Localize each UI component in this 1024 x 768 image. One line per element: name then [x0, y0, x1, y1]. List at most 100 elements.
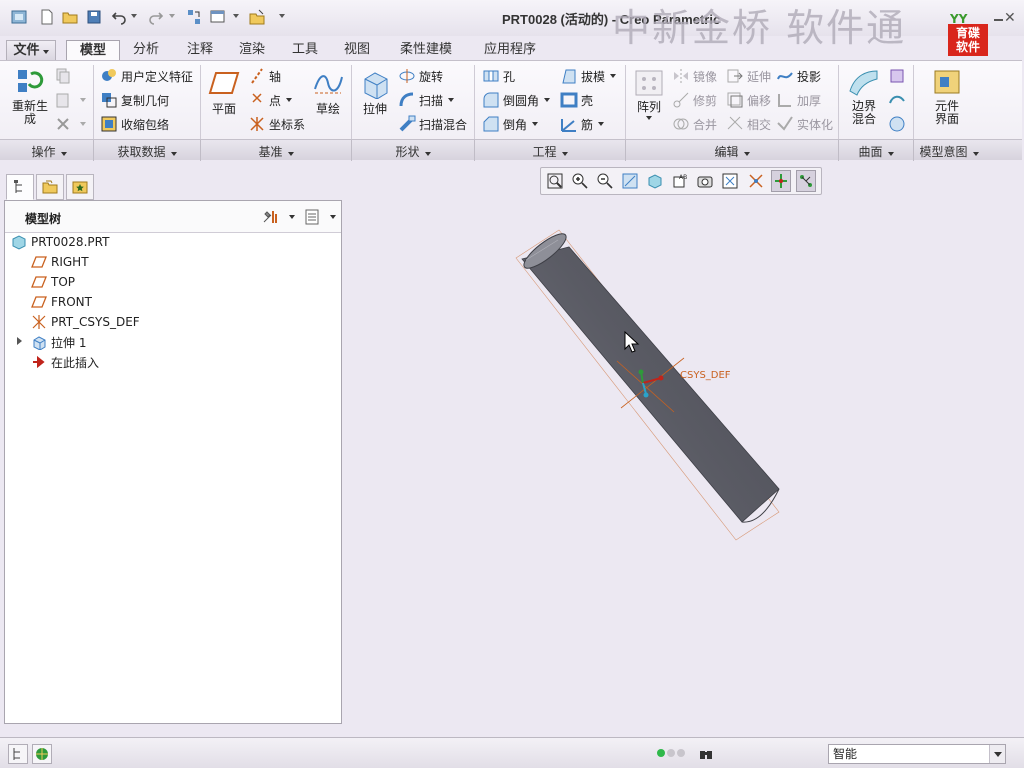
close-window-icon[interactable]	[248, 8, 266, 26]
surface-sphere-icon[interactable]	[888, 115, 909, 133]
toggle-browser-button[interactable]	[32, 744, 52, 764]
group-operations[interactable]: 操作	[8, 143, 90, 160]
model-view[interactable]: CSYS_DEF	[344, 162, 1024, 736]
swept-blend-button[interactable]: 扫描混合	[398, 115, 467, 133]
show-columns-icon[interactable]	[303, 208, 321, 226]
tree-item-top[interactable]: TOP	[31, 272, 75, 292]
point-button[interactable]: 点	[248, 91, 293, 109]
insert-here-arrow-icon	[33, 355, 45, 369]
project-button[interactable]: 投影	[776, 67, 821, 85]
round-button[interactable]: 倒圆角	[482, 91, 551, 109]
extend-button[interactable]: 延伸	[726, 67, 771, 85]
favorites-icon	[72, 181, 88, 194]
mirror-button[interactable]: 镜像	[672, 67, 717, 85]
regenerate-button[interactable]: 重新生 成	[8, 67, 52, 126]
trim-button[interactable]: 修剪	[672, 91, 717, 109]
expand-arrow-icon[interactable]	[17, 337, 22, 345]
group-editing[interactable]: 编辑	[628, 143, 836, 160]
tree-settings-dropdown-icon[interactable]	[289, 215, 295, 219]
undo-dropdown-icon[interactable]	[130, 12, 138, 20]
tab-render[interactable]: 渲染	[228, 40, 276, 61]
mirror-icon	[674, 69, 688, 83]
save-icon[interactable]	[85, 8, 103, 26]
tab-model[interactable]: 模型	[66, 40, 120, 62]
pattern-button[interactable]: 阵列	[631, 69, 667, 120]
windows-icon[interactable]	[209, 8, 227, 26]
group-model-intent[interactable]: 模型意图	[916, 143, 982, 160]
paste-icon[interactable]	[54, 91, 86, 109]
revolve-button[interactable]: 旋转	[398, 67, 443, 85]
offset-button[interactable]: 偏移	[726, 91, 771, 109]
close-icon[interactable]: ✕	[1004, 10, 1020, 26]
regenerate-quick-icon[interactable]	[185, 8, 203, 26]
tab-tools[interactable]: 工具	[281, 40, 329, 61]
filter-dropdown-icon[interactable]	[989, 745, 1005, 763]
tree-item-insert-here[interactable]: 在此插入	[31, 352, 99, 372]
graphics-area[interactable]: CSYS_DEF	[344, 162, 1024, 736]
solidify-button[interactable]: 实体化	[776, 115, 833, 133]
freestyle-icon[interactable]	[888, 91, 909, 109]
sweep-icon	[399, 92, 414, 107]
tab-analysis[interactable]: 分析	[122, 40, 170, 61]
favorites-tab[interactable]	[66, 174, 94, 200]
group-get-data[interactable]: 获取数据	[96, 143, 198, 160]
copy-icon[interactable]	[54, 67, 75, 85]
new-file-icon[interactable]	[38, 8, 56, 26]
tree-item-part[interactable]: PRT0028.PRT	[11, 232, 109, 252]
style-icon[interactable]	[888, 67, 909, 85]
delete-icon[interactable]	[54, 115, 86, 133]
component-interface-button[interactable]: 元件 界面	[922, 67, 972, 126]
group-surfaces[interactable]: 曲面	[841, 143, 911, 160]
user-defined-feature-button[interactable]: 用户定义特征	[100, 67, 193, 85]
intersect-button[interactable]: 相交	[726, 115, 771, 133]
group-datum[interactable]: 基准	[204, 143, 348, 160]
folder-browser-tab[interactable]	[36, 174, 64, 200]
find-button[interactable]	[696, 744, 716, 764]
tab-file[interactable]: 文件	[6, 40, 56, 61]
csys-button[interactable]: 坐标系	[248, 115, 305, 133]
plane-icon	[208, 72, 240, 94]
group-engineering[interactable]: 工程	[477, 143, 623, 160]
tree-item-front[interactable]: FRONT	[31, 292, 92, 312]
navigator-icon	[13, 748, 20, 760]
shell-button[interactable]: 壳	[560, 91, 593, 109]
merge-button[interactable]: 合并	[672, 115, 717, 133]
model-tree-tab[interactable]	[6, 174, 34, 200]
redo-icon[interactable]	[147, 8, 165, 26]
plane-button[interactable]: 平面	[206, 69, 242, 116]
tree-settings-icon[interactable]	[261, 208, 279, 226]
component-interface-icon	[934, 70, 960, 94]
tab-annotate[interactable]: 注释	[176, 40, 224, 61]
sketch-button[interactable]: 草绘	[310, 69, 346, 116]
toggle-navigator-button[interactable]	[8, 744, 28, 764]
redo-dropdown-icon[interactable]	[168, 12, 176, 20]
open-folder-icon[interactable]	[61, 8, 79, 26]
undo-icon[interactable]	[110, 8, 128, 26]
shell-icon	[560, 92, 578, 108]
tab-flexible-modeling[interactable]: 柔性建模	[388, 40, 464, 61]
thicken-button[interactable]: 加厚	[776, 91, 821, 109]
group-shapes[interactable]: 形状	[354, 143, 472, 160]
windows-dropdown-icon[interactable]	[232, 12, 240, 20]
sweep-button[interactable]: 扫描	[398, 91, 455, 109]
shrinkwrap-button[interactable]: 收缩包络	[100, 115, 169, 133]
show-columns-dropdown-icon[interactable]	[330, 215, 336, 219]
copy-geometry-icon	[102, 93, 117, 108]
selection-filter-select[interactable]: 智能	[828, 744, 1006, 764]
rib-button[interactable]: 筋	[560, 115, 605, 133]
extrude-button[interactable]: 拉伸	[356, 67, 394, 116]
draft-button[interactable]: 拔模	[560, 67, 617, 85]
tree-item-right[interactable]: RIGHT	[31, 252, 89, 272]
customize-toolbar-icon[interactable]	[278, 12, 286, 20]
boundary-blend-button[interactable]: 边界 混合	[844, 67, 884, 126]
copy-geometry-button[interactable]: 复制几何	[100, 91, 169, 109]
tree-item-csys[interactable]: PRT_CSYS_DEF	[31, 312, 140, 332]
chamfer-button[interactable]: 倒角	[482, 115, 539, 133]
tree-item-extrude[interactable]: 拉伸 1	[31, 332, 86, 352]
axis-button[interactable]: 轴	[248, 67, 281, 85]
csys-label: CSYS_DEF	[680, 370, 731, 381]
hole-button[interactable]: 孔	[482, 67, 515, 85]
ribbon-group-labels: 操作 获取数据 基准 形状 工程 编辑 曲面 模型意图	[0, 139, 1022, 161]
tab-applications[interactable]: 应用程序	[470, 40, 550, 61]
tab-view[interactable]: 视图	[333, 40, 381, 61]
